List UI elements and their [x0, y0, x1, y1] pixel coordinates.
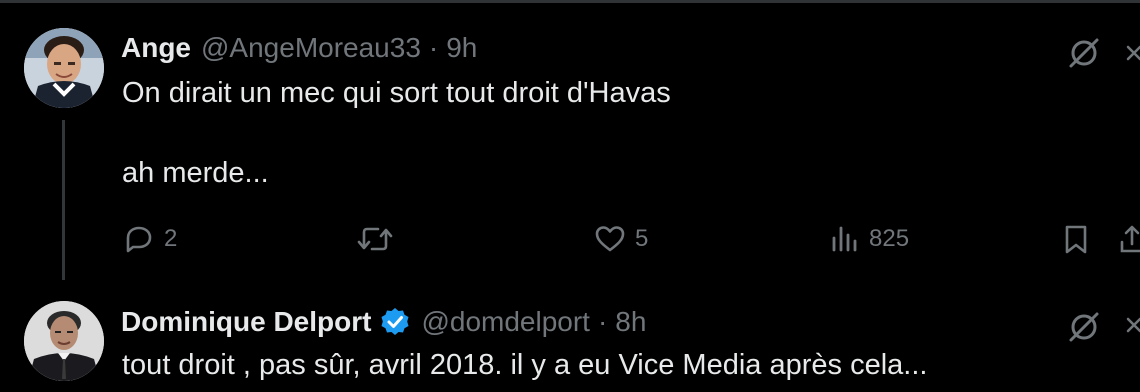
share-icon [1118, 222, 1140, 256]
tweet-text: On dirait un mec qui sort tout droit d'H… [122, 77, 671, 189]
display-name[interactable]: Ange [121, 31, 191, 65]
more-options-icon[interactable] [1118, 41, 1140, 69]
reply-icon [122, 222, 156, 256]
separator-dot: · [597, 306, 608, 337]
bookmark-icon [1060, 222, 1092, 256]
tweet-text: tout droit , pas sûr, avril 2018. il y a… [122, 349, 928, 381]
retweet-button[interactable] [356, 216, 402, 262]
share-button[interactable] [1118, 216, 1140, 262]
like-count: 5 [635, 225, 649, 252]
grok-icon[interactable] [1062, 305, 1106, 349]
tweet-header: Ange @AngeMoreau33 · 9h [121, 31, 477, 65]
handle[interactable]: @AngeMoreau33 [201, 31, 421, 65]
reply-button[interactable]: 2 [122, 216, 177, 262]
separator-dot: · [428, 32, 439, 63]
thread-connector-line [62, 120, 65, 298]
display-name[interactable]: Dominique Delport [121, 305, 371, 339]
heart-icon [593, 222, 627, 256]
views-button[interactable]: 825 [829, 216, 909, 262]
views-count: 825 [869, 225, 910, 252]
tweet-actions: 2 5 825 [0, 216, 1140, 262]
handle[interactable]: @domdelport [421, 305, 590, 339]
timestamp[interactable]: 9h [446, 31, 477, 65]
verified-badge-icon[interactable] [379, 306, 411, 338]
tweet-header: Dominique Delport @domdelport · 8h [121, 305, 646, 339]
tweet-ange[interactable]: Ange @AngeMoreau33 · 9h On dirait un mec… [0, 3, 1140, 298]
bookmark-button[interactable] [1060, 216, 1092, 262]
timestamp[interactable]: 8h [615, 305, 646, 339]
retweet-icon [356, 222, 394, 256]
tweet-dominique-delport[interactable]: Dominique Delport @domdelport · 8h tout … [0, 280, 1140, 392]
reply-count: 2 [164, 225, 178, 252]
more-options-icon[interactable] [1118, 313, 1140, 341]
avatar[interactable] [24, 28, 104, 108]
avatar[interactable] [24, 301, 104, 381]
views-icon [829, 222, 861, 256]
like-button[interactable]: 5 [593, 216, 648, 262]
grok-icon[interactable] [1062, 31, 1106, 75]
